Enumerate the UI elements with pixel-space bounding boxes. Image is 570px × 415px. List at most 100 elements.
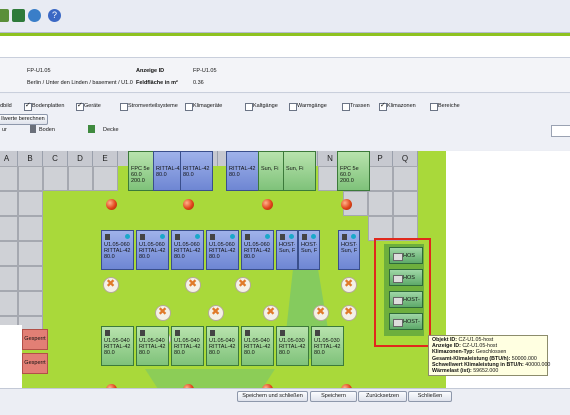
anzeige-value: FP-U1.05	[193, 68, 217, 74]
layer-checkbox-6[interactable]	[289, 103, 297, 111]
rack-low[interactable]: U1.05-040 RITTAL-42 80.0	[206, 326, 239, 366]
check-icon[interactable]	[0, 9, 9, 22]
tooltip-key: Anzeige ID:	[432, 343, 461, 350]
rack-text: 80.0	[174, 254, 185, 260]
rack-mid[interactable]: HOST- Sun, F	[298, 230, 320, 270]
floor-tile-grey	[393, 166, 418, 191]
heat-sensor-icon	[183, 199, 194, 210]
layer-checkbox-7[interactable]	[342, 103, 350, 111]
rack-text: 80.0	[174, 350, 185, 356]
layer-checkbox-8[interactable]	[379, 101, 387, 111]
fan-icon[interactable]	[263, 305, 279, 321]
fan-icon[interactable]	[313, 305, 329, 321]
server-icon	[280, 330, 285, 336]
heat-sensor-icon	[262, 199, 273, 210]
layer-checkbox-2[interactable]	[76, 101, 84, 111]
add-icon[interactable]	[12, 9, 25, 22]
rack-text: 80.0	[139, 254, 150, 260]
status-icon	[311, 234, 316, 239]
tooltip-key: Schwellwert Klimaleistung in BTU/h:	[432, 361, 524, 368]
rack-mid[interactable]: HOST- Sun, F	[338, 230, 360, 270]
refresh-icon[interactable]	[28, 9, 41, 22]
rack-text: Sun, F	[279, 248, 295, 254]
layer-label-5: Kaltgänge	[253, 103, 278, 109]
column-header-B: B	[18, 151, 43, 166]
floor-tile-grey	[0, 266, 18, 291]
layer-label-8: Klimazonen	[387, 103, 416, 109]
fan-icon[interactable]	[155, 305, 171, 321]
rack-top[interactable]: FPC 5e 60.0 200.0	[337, 151, 370, 191]
layer-checkbox-3[interactable]	[120, 103, 128, 111]
column-header-Q: Q	[393, 151, 418, 166]
rack-text: 80.0	[314, 350, 325, 356]
view-decke[interactable]: Decke	[103, 127, 119, 133]
fan-icon[interactable]	[208, 305, 224, 321]
save-close-button[interactable]: Speichern und schließen	[237, 391, 308, 402]
feld-label: Feldfläche in m²	[136, 80, 178, 86]
tooltip-value: CZ-U1.05-host	[457, 337, 494, 343]
layer-label-7: Trassen	[350, 103, 370, 109]
tooltip-line: Wärmelast (ist): 59652.000	[432, 368, 544, 374]
blocked-tile: Gesperrt	[22, 329, 48, 350]
rack-text: Sun, F	[301, 248, 317, 254]
layer-label-9: Bereiche	[438, 103, 460, 109]
server-icon	[210, 330, 215, 336]
rack-low[interactable]: U1.05-030 RITTAL-42 80.0	[311, 326, 344, 366]
rack-mid[interactable]: U1.05-060 RITTAL-42 80.0	[206, 230, 239, 270]
server-icon	[280, 234, 285, 240]
rack-mid[interactable]: U1.05-060 RITTAL-42 80.0	[241, 230, 274, 270]
layer-label-0: undbild	[0, 103, 12, 109]
layer-checkbox-1[interactable]	[24, 101, 32, 111]
server-icon	[245, 330, 250, 336]
server-icon	[245, 234, 250, 240]
floor-tile-grey	[393, 191, 418, 216]
layer-label-6: Warmgänge	[297, 103, 327, 109]
rack-mid[interactable]: U1.05-060 RITTAL-42 80.0	[171, 230, 204, 270]
host-unit[interactable]: HOS	[389, 269, 423, 286]
tooltip-key: Klimazonen-Typ:	[432, 349, 475, 356]
close-button[interactable]: Schließen	[408, 391, 452, 402]
tooltip-key: Gesamt-Klimaleistung (BTU/h):	[432, 355, 511, 362]
rack-text: 80.0	[209, 350, 220, 356]
fan-icon[interactable]	[341, 277, 357, 293]
view-boden[interactable]: Boden	[39, 127, 55, 133]
host-unit[interactable]: HOS	[389, 247, 423, 264]
floor-tile-grey	[0, 291, 18, 316]
server-icon	[315, 330, 320, 336]
fan-icon[interactable]	[235, 277, 251, 293]
rack-text: 80.0	[183, 172, 194, 178]
save-button[interactable]: Speichern	[310, 391, 357, 402]
host-unit[interactable]: HOST-	[389, 313, 423, 330]
zoom-box[interactable]	[551, 125, 570, 137]
floor-tile-grey	[18, 166, 43, 191]
rack-text: 200.0	[340, 178, 354, 184]
rack-top[interactable]: RITTAL-42 80.0	[226, 151, 259, 191]
floor-grid[interactable]: ABCDEFGHIJKLMNOPQFPC 5e60.0200.0RITTAL-4…	[0, 151, 446, 409]
rack-mid[interactable]: U1.05-060 RITTAL-42 80.0	[136, 230, 169, 270]
fan-icon[interactable]	[185, 277, 201, 293]
rack-top[interactable]: Sun, Fi	[283, 151, 316, 191]
status-icon	[125, 234, 130, 239]
column-header-A: A	[0, 151, 18, 166]
layer-checkbox-9[interactable]	[430, 103, 438, 111]
rack-mid[interactable]: U1.05-060 RITTAL-42 80.0	[101, 230, 134, 270]
help-icon[interactable]: ?	[48, 9, 61, 22]
rack-low[interactable]: U1.05-040 RITTAL-42 80.0	[136, 326, 169, 366]
rack-low[interactable]: U1.05-040 RITTAL-42 80.0	[101, 326, 134, 366]
fan-icon[interactable]	[341, 305, 357, 321]
rack-mid[interactable]: HOST- Sun, F	[276, 230, 298, 270]
rack-low[interactable]: U1.05-030 RITTAL-42 80.0	[276, 326, 309, 366]
layer-checkbox-5[interactable]	[245, 103, 253, 111]
layer-checkbox-4[interactable]	[185, 103, 193, 111]
calc-values-button[interactable]: llwerte berechnen	[0, 114, 48, 125]
rack-top[interactable]: RITTAL-42 80.0	[180, 151, 213, 191]
tooltip-key: Wärmelast (ist):	[432, 368, 472, 375]
server-icon	[140, 330, 145, 336]
floor-tile-grey	[0, 241, 18, 266]
rack-low[interactable]: U1.05-040 RITTAL-42 80.0	[241, 326, 274, 366]
rack-low[interactable]: U1.05-040 RITTAL-42 80.0	[171, 326, 204, 366]
fan-icon[interactable]	[103, 277, 119, 293]
status-icon	[265, 234, 270, 239]
host-unit[interactable]: HOST-	[389, 291, 423, 308]
reset-button[interactable]: Zurücksetzen	[358, 391, 407, 402]
